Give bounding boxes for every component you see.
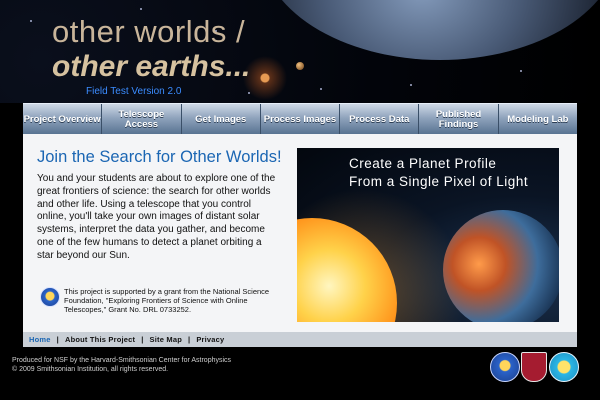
nav-item-process-data[interactable]: Process Data — [340, 104, 420, 135]
nsf-logo-icon — [40, 287, 60, 307]
version-label: Field Test Version 2.0 — [86, 86, 182, 97]
credit-producer-line: Produced for NSF by the Harvard-Smithson… — [12, 357, 232, 364]
main-content-panel: Join the Search for Other Worlds! You an… — [23, 134, 577, 332]
footer-credits: Produced for NSF by the Harvard-Smithson… — [12, 356, 231, 374]
header-star — [140, 8, 142, 10]
brand-title-line-2: other earths... — [52, 50, 251, 83]
copyright-line: © 2009 Smithsonian Institution, all righ… — [12, 366, 169, 373]
nav-item-telescope-access[interactable]: Telescope Access — [102, 104, 182, 135]
nav-item-modeling-lab[interactable]: Modeling Lab — [499, 104, 577, 135]
nav-item-get-images[interactable]: Get Images — [182, 104, 261, 135]
header-star — [520, 70, 522, 72]
footer-link-about[interactable]: About This Project — [59, 335, 141, 344]
header-star — [248, 92, 250, 94]
promo-planet-image — [443, 210, 559, 322]
nav-item-published-findings[interactable]: Published Findings — [419, 104, 499, 135]
promo-headline-line-2: From a Single Pixel of Light — [349, 174, 529, 189]
header-star — [30, 20, 32, 22]
header-star — [320, 88, 322, 90]
intro-paragraph: You and your students are about to explo… — [37, 173, 276, 261]
main-navigation: Project Overview Telescope Access Get Im… — [23, 103, 577, 135]
promo-headline-line-1: Create a Planet Profile — [349, 156, 497, 171]
nsf-logo-icon[interactable] — [490, 352, 520, 382]
planet-profile-promo-banner[interactable]: Create a Planet Profile From a Single Pi… — [297, 148, 559, 322]
smithsonian-sun-icon[interactable] — [549, 352, 579, 382]
harvard-shield-icon[interactable] — [521, 352, 547, 382]
header-small-planet — [296, 62, 304, 70]
header-star — [410, 84, 412, 86]
page-title: Join the Search for Other Worlds! — [37, 148, 282, 166]
site-header: other worlds / other earths... Field Tes… — [0, 0, 600, 103]
nav-item-process-images[interactable]: Process Images — [261, 104, 341, 135]
header-planet-image — [260, 0, 600, 60]
footer-link-site-map[interactable]: Site Map — [144, 335, 188, 344]
footer-link-home[interactable]: Home — [23, 335, 57, 344]
grant-notice: This project is supported by a grant fro… — [64, 287, 270, 314]
footer-link-privacy[interactable]: Privacy — [190, 335, 230, 344]
nav-item-project-overview[interactable]: Project Overview — [23, 104, 103, 135]
brand-title-line-1: other worlds / — [52, 14, 246, 49]
footer-navigation: Home | About This Project | Site Map | P… — [23, 332, 577, 347]
